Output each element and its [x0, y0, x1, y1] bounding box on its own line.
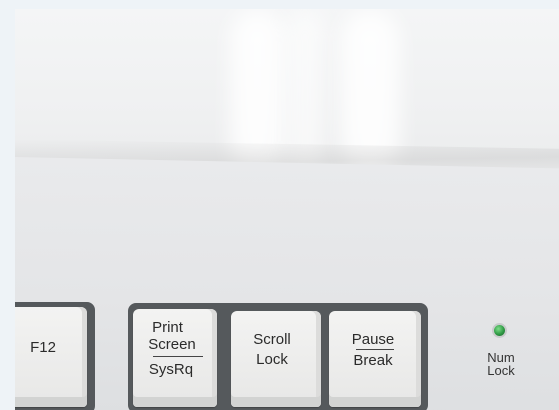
- f12-label: F12: [30, 339, 56, 356]
- scroll-lock-label: Scroll: [253, 331, 291, 348]
- print-screen-key[interactable]: Print Screen SysRq: [133, 309, 217, 407]
- scroll-lock-label: Lock: [256, 351, 288, 368]
- pause-break-key[interactable]: Pause Break: [329, 311, 421, 407]
- num-lock-led-icon: [494, 325, 505, 336]
- key-divider: [356, 349, 394, 350]
- pause-label: Pause: [351, 331, 395, 348]
- print-screen-label: Screen: [148, 336, 196, 353]
- key-divider: [153, 356, 203, 357]
- num-lock-indicator-label: Lock: [487, 363, 515, 378]
- print-screen-label: Print: [152, 319, 183, 336]
- sysrq-label: SysRq: [148, 361, 194, 378]
- keyboard-photo: F12 Print Screen SysRq Scroll Lock Pause…: [15, 9, 559, 410]
- break-label: Break: [353, 352, 393, 369]
- f12-key[interactable]: F12: [15, 307, 87, 407]
- scroll-lock-key[interactable]: Scroll Lock: [231, 311, 321, 407]
